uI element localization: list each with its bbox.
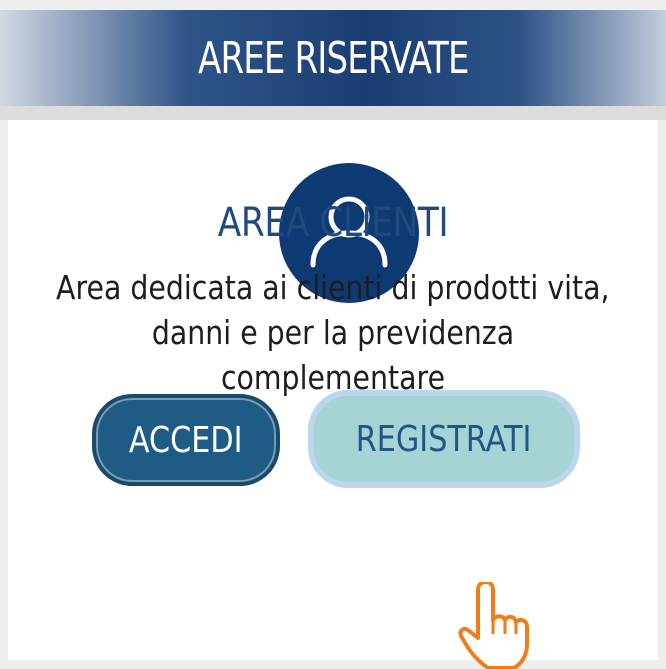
description-line-2: danni e per la previdenza complementare xyxy=(151,313,515,397)
register-button-label: REGISTRATI xyxy=(356,418,532,460)
login-button-label: ACCEDI xyxy=(129,419,243,461)
header-title: AREE RISERVATE xyxy=(197,32,469,84)
description-line-1: Area dedicata ai clienti di prodotti vit… xyxy=(56,268,610,307)
area-description: Area dedicata ai clienti di prodotti vit… xyxy=(0,265,666,400)
header-banner: AREE RISERVATE xyxy=(0,10,666,106)
header-divider xyxy=(0,106,666,120)
area-title: AREA CLIENTI xyxy=(0,200,666,246)
register-button[interactable]: REGISTRATI xyxy=(308,390,580,488)
login-button[interactable]: ACCEDI xyxy=(92,394,280,486)
page: AREE RISERVATE AREA CLIENTI Area dedicat… xyxy=(0,0,666,669)
area-title-text: AREA CLIENTI xyxy=(217,200,449,246)
hand-pointer-icon xyxy=(458,580,558,669)
